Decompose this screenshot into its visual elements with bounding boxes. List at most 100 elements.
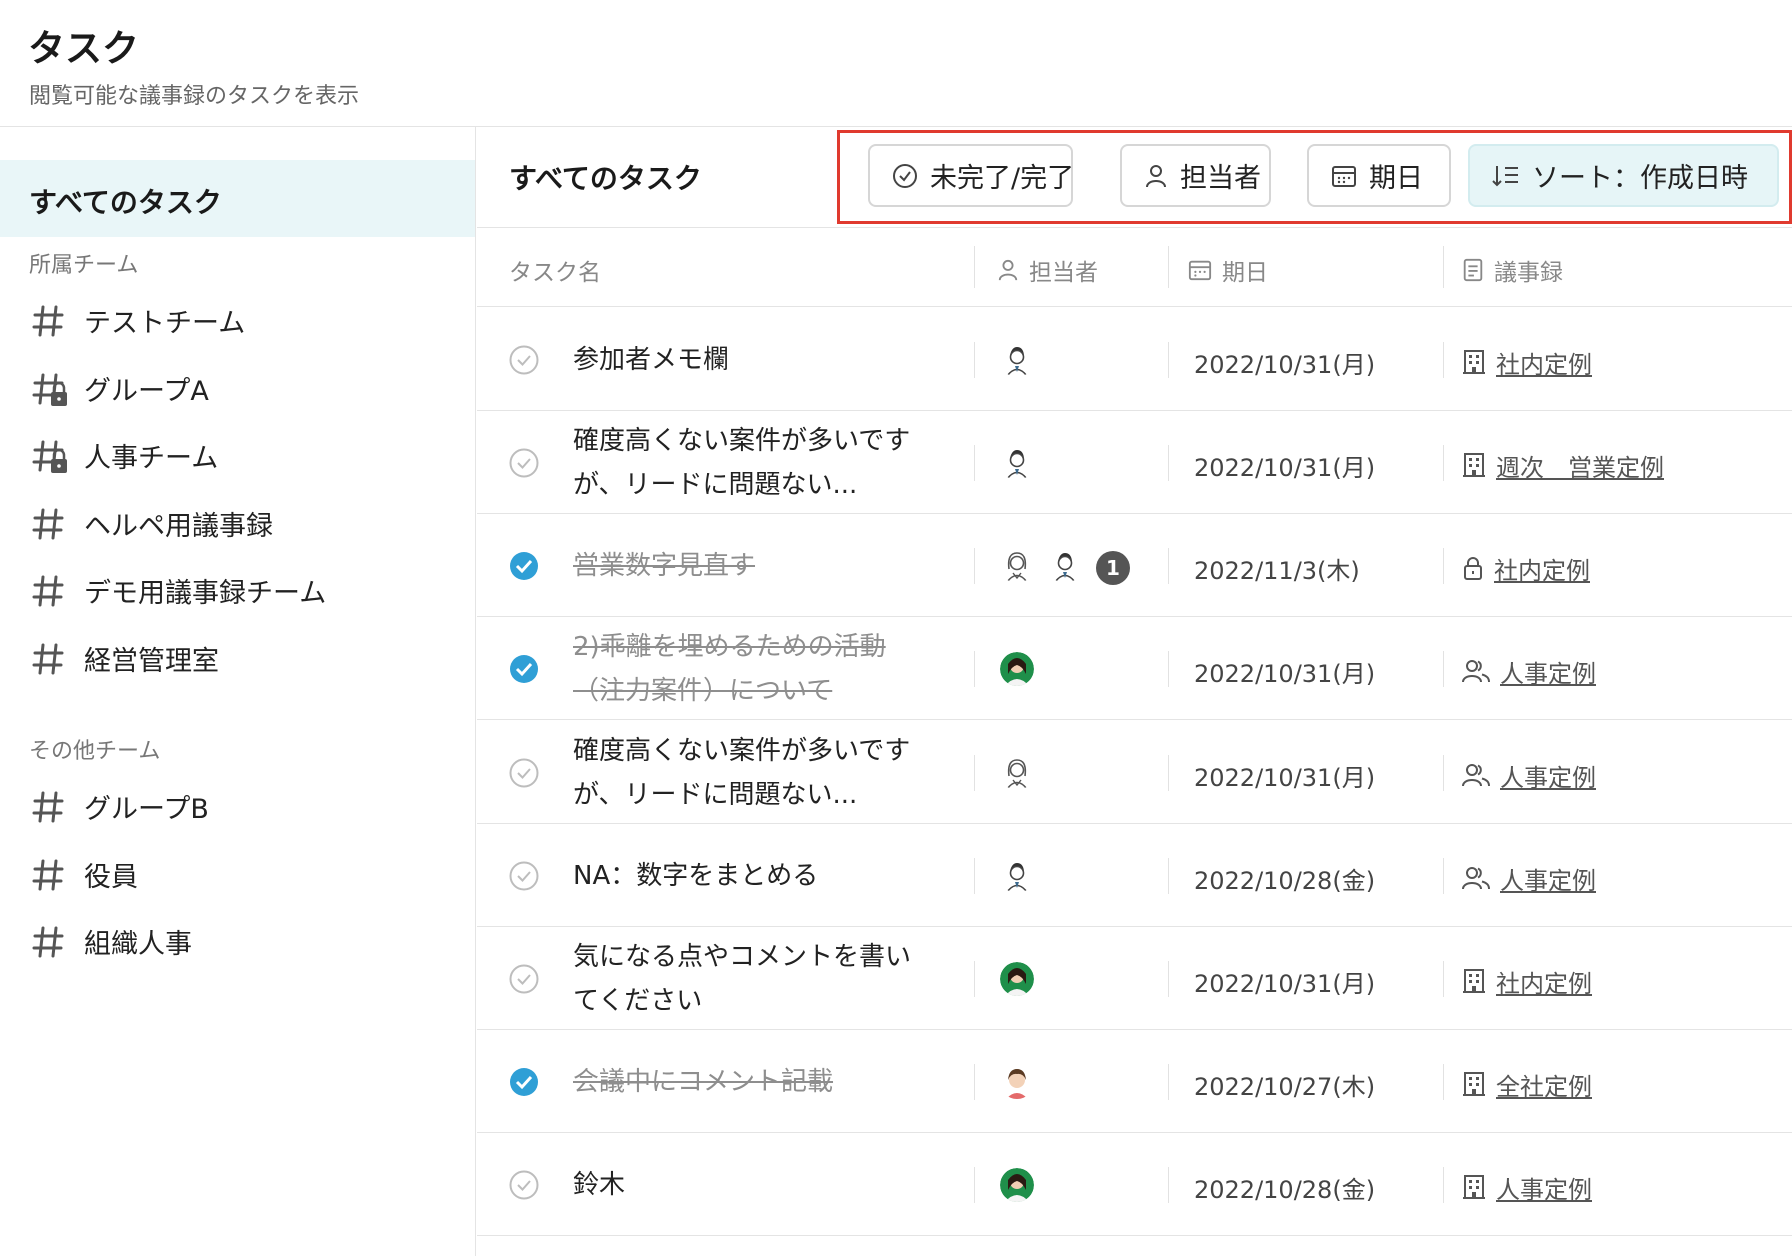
task-name[interactable]: 営業数字見直す [573, 544, 913, 588]
due-date: 2022/10/31(月) [1194, 350, 1376, 379]
people-icon [1462, 762, 1500, 788]
column-divider [1443, 547, 1444, 584]
minutes-cell: 全社定例 [1462, 1067, 1592, 1102]
sort-label: ソート：作成日時 [1532, 163, 1748, 194]
column-header-minutes[interactable]: 議事録 [1462, 253, 1563, 287]
task-checked-icon[interactable] [508, 653, 540, 685]
table-row[interactable]: 確度高くない案件が多いですが、リードに問題ない... 2022/10/31(月) 人… [477, 721, 1792, 824]
sidebar-team-item[interactable]: 組織人事 [0, 908, 475, 978]
task-check-icon[interactable] [508, 344, 540, 376]
task-check-icon[interactable] [508, 860, 540, 892]
hash-icon [31, 301, 69, 341]
task-name[interactable]: 2)乖離を埋めるための活動（注力案件）について [573, 625, 913, 713]
task-name[interactable]: 鈴木 [573, 1163, 913, 1207]
task-check-icon[interactable] [508, 1169, 540, 1201]
document-icon [1463, 258, 1483, 282]
column-divider [974, 960, 975, 997]
task-checked-icon[interactable] [508, 550, 540, 582]
due-date-filter-button[interactable]: 期日 [1307, 144, 1451, 207]
sidebar-team-label: 組織人事 [84, 929, 192, 960]
task-checked-icon[interactable] [508, 1066, 540, 1098]
sidebar-team-label: グループB [84, 794, 209, 825]
column-divider [1443, 1166, 1444, 1203]
assignee-avatars[interactable] [1000, 1064, 1048, 1103]
minutes-link[interactable]: 人事定例 [1496, 1170, 1592, 1205]
minutes-link[interactable]: 週次 営業定例 [1496, 448, 1664, 483]
minutes-link[interactable]: 人事定例 [1500, 654, 1596, 689]
column-header-task[interactable]: タスク名 [509, 253, 601, 287]
table-row[interactable]: NA：数字をまとめる 2022/10/28(金) 人事定例 [477, 824, 1792, 927]
sidebar-team-label: ヘルペ用議事録 [84, 510, 273, 542]
minutes-cell: 人事定例 [1462, 654, 1596, 689]
minutes-link[interactable]: 全社定例 [1496, 1067, 1592, 1102]
table-row[interactable]: 2)乖離を埋めるための活動（注力案件）について 2022/10/31(月) 人事定例 [477, 617, 1792, 720]
sort-button[interactable]: ソート：作成日時 [1468, 144, 1779, 207]
due-date: 2022/10/31(月) [1194, 763, 1376, 792]
hash-icon [31, 855, 69, 895]
task-check-icon[interactable] [508, 963, 540, 995]
status-filter-button[interactable]: 未完了/完了 [868, 144, 1075, 207]
photo-avatar [1000, 961, 1048, 1000]
table-row[interactable]: 確度高くない案件が多いですが、リードに問題ない... 2022/10/31(月) 週… [477, 411, 1792, 514]
assignee-filter-label: 担当者 [1180, 163, 1261, 194]
minutes-cell: 人事定例 [1462, 1170, 1592, 1205]
assignee-avatars[interactable] [1000, 445, 1048, 484]
assignee-filter-button[interactable]: 担当者 [1120, 144, 1271, 207]
task-name[interactable]: 確度高くない案件が多いですが、リードに問題ない... [573, 419, 913, 507]
sidebar-team-item[interactable]: グループB [0, 773, 475, 843]
column-header-due-label: 期日 [1222, 260, 1268, 286]
due-date-filter-label: 期日 [1369, 163, 1423, 194]
table-row[interactable]: 参加者メモ欄 2022/10/31(月) 社内定例 [477, 308, 1792, 411]
sort-icon [1492, 165, 1518, 186]
table-row[interactable]: 会議中にコメント記載 2022/10/27(木) 全社定例 [477, 1030, 1792, 1133]
table-row[interactable]: 鈴木 2022/10/28(金) 人事定例 [477, 1133, 1792, 1236]
task-check-icon[interactable] [508, 447, 540, 479]
task-check-icon[interactable] [508, 757, 540, 789]
column-divider [974, 754, 975, 791]
task-name[interactable]: 確度高くない案件が多いですが、リードに問題ない... [573, 729, 913, 817]
column-divider [974, 444, 975, 481]
task-name[interactable]: 参加者メモ欄 [573, 338, 913, 382]
minutes-link[interactable]: 社内定例 [1494, 551, 1590, 586]
column-divider [1443, 444, 1444, 481]
sidebar-team-item[interactable]: テストチーム [0, 287, 475, 357]
status-filter-label: 未完了/完了 [930, 163, 1075, 194]
sidebar-team-item[interactable]: 人事チーム [0, 422, 475, 492]
minutes-link[interactable]: 人事定例 [1500, 758, 1596, 793]
sidebar-team-item[interactable]: 経営管理室 [0, 625, 475, 695]
assignee-avatars[interactable] [1000, 858, 1048, 897]
assignee-avatars[interactable] [1000, 1167, 1048, 1206]
assignee-avatars[interactable] [1000, 961, 1048, 1000]
check-circle-icon [893, 163, 917, 188]
column-divider [974, 857, 975, 894]
task-name[interactable]: NA：数字をまとめる [573, 854, 913, 898]
task-name[interactable]: 気になる点やコメントを書いてください [573, 935, 913, 1023]
due-date: 2022/10/31(月) [1194, 453, 1376, 482]
assignee-avatars[interactable] [1000, 342, 1048, 381]
sidebar-team-item[interactable]: 役員 [0, 841, 475, 911]
building-icon [1462, 968, 1496, 994]
due-date: 2022/10/31(月) [1194, 659, 1376, 688]
sidebar-team-item[interactable]: グループA [0, 355, 475, 425]
minutes-link[interactable]: 人事定例 [1500, 861, 1596, 896]
assignee-avatars[interactable] [1000, 755, 1048, 794]
assignee-avatars[interactable]: 1 [1000, 548, 1130, 587]
table-row[interactable]: 営業数字見直す 1 2022/11/3(木) 社内定例 [477, 514, 1792, 617]
hash-icon [31, 639, 69, 679]
column-header-due[interactable]: 期日 [1188, 253, 1268, 287]
column-divider [1168, 444, 1169, 481]
sidebar-team-item[interactable]: ヘルペ用議事録 [0, 490, 475, 560]
table-row[interactable]: 気になる点やコメントを書いてください 2022/10/31(月) 社内定例 [477, 927, 1792, 1030]
sidebar-item-label: すべてのタスク [29, 186, 222, 219]
minutes-link[interactable]: 社内定例 [1496, 964, 1592, 999]
sidebar-team-item[interactable]: デモ用議事録チーム [0, 557, 475, 627]
sidebar-team-label: 役員 [84, 861, 138, 893]
section-title-own-teams: 所属チーム [29, 253, 139, 278]
sidebar-item-all-tasks[interactable]: すべてのタスク [0, 160, 475, 237]
task-name[interactable]: 会議中にコメント記載 [573, 1060, 913, 1104]
section-title-other-teams: その他チーム [29, 739, 161, 764]
assignee-avatars[interactable] [1000, 651, 1048, 690]
minutes-link[interactable]: 社内定例 [1496, 345, 1592, 380]
column-header-assignee[interactable]: 担当者 [997, 253, 1098, 287]
column-divider [1443, 857, 1444, 894]
